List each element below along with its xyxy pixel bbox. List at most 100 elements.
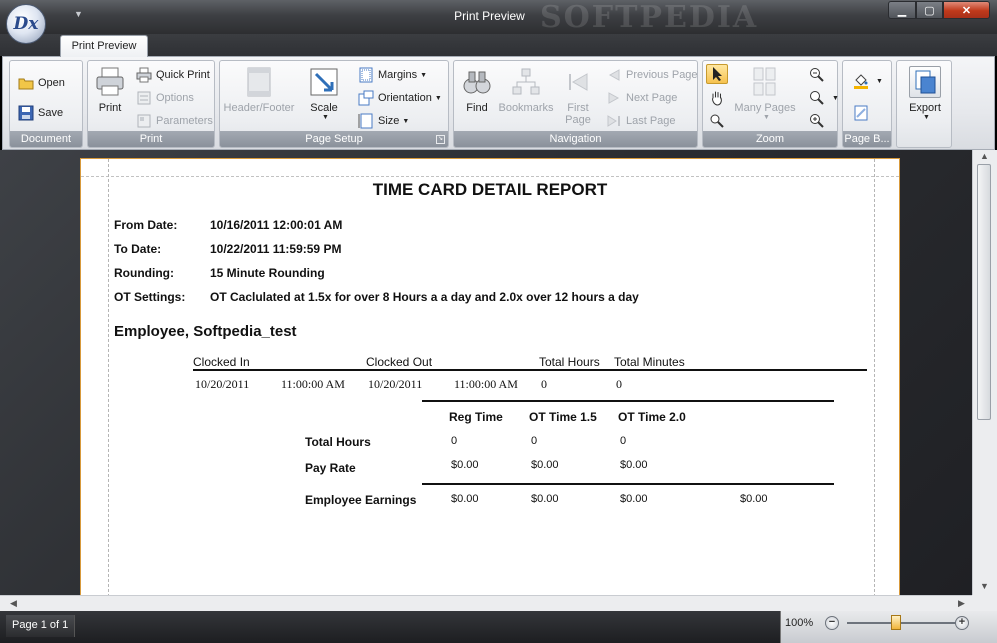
zoom-in-icon [809, 113, 825, 129]
previous-page-icon [606, 67, 622, 83]
scroll-up-arrow-icon[interactable]: ▲ [980, 151, 989, 161]
punch-total-minutes: 0 [616, 377, 622, 391]
group-label-zoom: Zoom [703, 131, 837, 147]
zoom-control: 100% − + [780, 611, 997, 643]
zoom-slider-track[interactable] [847, 622, 959, 624]
quick-printer-icon [136, 67, 152, 83]
zoom-out-button[interactable] [809, 67, 829, 83]
next-page-button[interactable]: Next Page [606, 90, 677, 106]
zoom-in-button[interactable] [809, 113, 829, 129]
size-button[interactable]: Size ▼ [358, 113, 409, 129]
maximize-button[interactable]: ▢ [916, 1, 943, 19]
col-clocked-in: Clocked In [193, 355, 250, 369]
zoom-level-icon [809, 90, 825, 106]
scroll-right-arrow-icon[interactable]: ▶ [958, 598, 965, 609]
watermark-icon [853, 105, 869, 121]
application-menu-button[interactable]: Dx [6, 4, 46, 44]
first-page-label-line1: First [567, 102, 589, 114]
total-hours-reg: 0 [451, 435, 458, 447]
group-page-setup: Header/Footer Scale ▼ Margins ▼ Orientati… [219, 60, 449, 148]
parameters-label: Parameters [156, 115, 213, 127]
tab-print-preview[interactable]: Print Preview [60, 35, 148, 57]
open-folder-icon [18, 75, 34, 91]
open-label: Open [38, 77, 65, 89]
zoom-in-plus-button[interactable]: + [955, 616, 969, 630]
bookmarks-button[interactable]: Bookmarks [498, 66, 554, 114]
save-button[interactable]: Save [18, 105, 63, 121]
col-total-minutes: Total Minutes [614, 355, 685, 369]
next-page-label: Next Page [626, 92, 678, 104]
total-hours-ot15: 0 [531, 435, 538, 447]
group-label-page-background: Page B... [843, 131, 891, 147]
vertical-scroll-thumb[interactable] [977, 164, 991, 420]
ot-settings-label: OT Settings: [114, 290, 186, 304]
col-ot-time-20: OT Time 2.0 [618, 410, 686, 424]
watermark-button[interactable] [853, 105, 873, 121]
many-pages-icon [749, 66, 781, 98]
status-bar: Page 1 of 1 100% − + [0, 611, 997, 643]
group-zoom: Many Pages ▼ ▼ Zoom [702, 60, 839, 148]
page-size-icon [358, 113, 374, 129]
scale-button[interactable]: Scale ▼ [302, 66, 346, 121]
paint-bucket-icon [853, 73, 869, 89]
header-footer-button[interactable]: Header/Footer [222, 66, 296, 114]
zoom-level-button[interactable]: ▼ [809, 90, 839, 106]
margins-icon [358, 67, 374, 83]
rounding-value: 15 Minute Rounding [210, 266, 325, 280]
options-button[interactable]: Options [136, 90, 194, 106]
size-label: Size [378, 115, 400, 127]
scrollbar-corner [972, 595, 997, 611]
punch-in-time: 11:00:00 AM [281, 377, 345, 391]
quick-print-button[interactable]: Quick Print [136, 67, 210, 83]
zoom-percentage[interactable]: 100% [785, 617, 813, 629]
pointer-tool-button[interactable] [706, 64, 728, 84]
col-ot-time-15: OT Time 1.5 [529, 410, 597, 424]
window-title: Print Preview [454, 9, 525, 23]
hand-tool-button[interactable] [709, 90, 729, 106]
zoom-out-icon [809, 67, 825, 83]
punch-out-date: 10/20/2011 [368, 377, 423, 391]
pay-rate-label: Pay Rate [305, 461, 356, 475]
orientation-button[interactable]: Orientation ▼ [358, 90, 442, 106]
vertical-scrollbar[interactable]: ▲ ▼ [972, 150, 997, 595]
margins-button[interactable]: Margins ▼ [358, 67, 427, 83]
zoom-out-minus-button[interactable]: − [825, 616, 839, 630]
scroll-left-arrow-icon[interactable]: ◀ [10, 598, 17, 609]
size-dropdown-icon: ▼ [402, 117, 410, 125]
from-date-value: 10/16/2011 12:00:01 AM [210, 218, 343, 232]
ribbon: Open Save Document Print Quick Print Opt… [2, 56, 995, 150]
export-button[interactable]: Export ▼ [903, 66, 947, 121]
col-reg-time: Reg Time [449, 410, 503, 424]
many-pages-label: Many Pages [734, 102, 796, 114]
page-setup-dialog-launcher-icon[interactable]: ↘ [436, 135, 445, 144]
group-page-background: ▼ Page B... [842, 60, 892, 148]
employee-name: Employee, Softpedia_test [114, 323, 297, 340]
many-pages-button[interactable]: Many Pages ▼ [733, 66, 797, 121]
close-button[interactable]: ✕ [943, 1, 990, 19]
scroll-down-arrow-icon[interactable]: ▼ [980, 581, 989, 591]
group-label-print: Print [88, 131, 214, 147]
previous-page-button[interactable]: Previous Page [606, 67, 698, 83]
punch-total-hours: 0 [541, 377, 547, 391]
employee-earnings-label: Employee Earnings [305, 493, 417, 507]
page-indicator: Page 1 of 1 [6, 615, 76, 637]
preview-surface[interactable]: TIME CARD DETAIL REPORT From Date: 10/16… [0, 150, 972, 595]
group-print: Print Quick Print Options Parameters Pri… [87, 60, 215, 148]
minimize-button[interactable]: ▁ [888, 1, 916, 19]
parameters-button[interactable]: Parameters [136, 113, 213, 129]
page-color-button[interactable]: ▼ [853, 73, 883, 89]
group-label-document: Document [10, 131, 82, 147]
magnifier-tool-button[interactable] [709, 113, 729, 129]
earnings-top-rule [422, 483, 834, 485]
zoom-slider-thumb[interactable] [891, 615, 901, 630]
find-button[interactable]: Find [458, 66, 496, 114]
open-button[interactable]: Open [18, 75, 65, 91]
pay-rate-ot20: $0.00 [620, 459, 648, 471]
first-page-button[interactable]: First Page [560, 66, 596, 126]
rounding-label: Rounding: [114, 266, 174, 280]
total-hours-ot20: 0 [620, 435, 627, 447]
orientation-dropdown-icon: ▼ [434, 94, 442, 102]
print-button[interactable]: Print [92, 66, 128, 114]
last-page-button[interactable]: Last Page [606, 113, 676, 129]
horizontal-scrollbar[interactable]: ◀ ▶ [0, 595, 972, 611]
